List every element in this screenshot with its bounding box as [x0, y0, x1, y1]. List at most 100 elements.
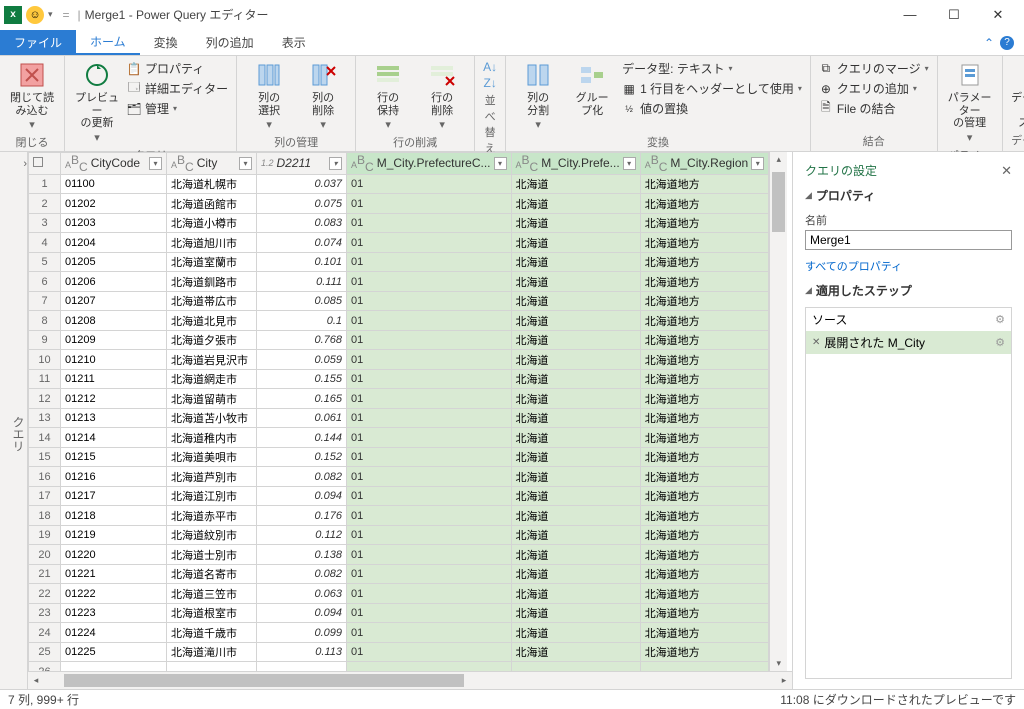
- properties-button[interactable]: 📋プロパティ: [127, 60, 228, 77]
- choose-columns-button[interactable]: 列の 選択▾: [245, 60, 293, 132]
- applied-steps-list: ソース⚙ ✕ 展開された M_City⚙: [805, 307, 1012, 679]
- keep-rows-button[interactable]: 行の 保持▾: [364, 60, 412, 132]
- column-header-region[interactable]: ABCM_City.Region▾: [640, 153, 769, 175]
- expand-queries-icon[interactable]: ›: [23, 158, 27, 170]
- settings-title: クエリの設定: [805, 162, 877, 179]
- remove-rows-button[interactable]: 行の 削除▾: [418, 60, 466, 132]
- table-row[interactable]: 1401214北海道稚内市0.14401北海道北海道地方: [29, 428, 769, 448]
- tab-file[interactable]: ファイル: [0, 30, 76, 55]
- status-left: 7 列, 999+ 行: [8, 691, 79, 708]
- remove-columns-button[interactable]: 列の 削除▾: [299, 60, 347, 132]
- group-sort: 並べ替え: [483, 90, 497, 156]
- table-row[interactable]: 1701217北海道江別市0.09401北海道北海道地方: [29, 486, 769, 506]
- properties-section[interactable]: プロパティ: [816, 187, 875, 204]
- step-source[interactable]: ソース⚙: [806, 308, 1011, 331]
- table-row[interactable]: 801208北海道北見市0.101北海道北海道地方: [29, 311, 769, 331]
- table-row[interactable]: 1001210北海道岩見沢市0.05901北海道北海道地方: [29, 350, 769, 370]
- table-row[interactable]: 1101211北海道網走市0.15501北海道北海道地方: [29, 369, 769, 389]
- minimize-button[interactable]: —: [888, 1, 932, 29]
- table-row[interactable]: 2401224北海道千歳市0.09901北海道北海道地方: [29, 623, 769, 643]
- filter-icon[interactable]: ▾: [751, 157, 764, 170]
- table-row[interactable]: 26: [29, 662, 769, 671]
- filter-icon[interactable]: ▾: [149, 157, 162, 170]
- statusbar: 7 列, 999+ 行 11:08 にダウンロードされたプレビューです: [0, 689, 1024, 709]
- qat-dropdown[interactable]: ▾: [48, 9, 53, 20]
- ribbon-collapse[interactable]: ⌃: [984, 36, 994, 50]
- group-column-manage: 列の管理: [245, 132, 347, 150]
- sort-desc-button[interactable]: Z↓: [483, 76, 497, 90]
- table-row[interactable]: 1601216北海道芦別市0.08201北海道北海道地方: [29, 467, 769, 487]
- advanced-editor-button[interactable]: 🗔詳細エディター: [127, 80, 228, 97]
- replace-values-button[interactable]: ½値の置換: [622, 100, 802, 117]
- combine-files-button[interactable]: 🗎File の結合: [819, 100, 929, 117]
- column-header-citycode[interactable]: ABCCityCode▾: [61, 153, 167, 175]
- table-row[interactable]: 601206北海道釧路市0.11101北海道北海道地方: [29, 272, 769, 292]
- table-row[interactable]: 701207北海道帯広市0.08501北海道北海道地方: [29, 291, 769, 311]
- titlebar: x ☺ ▾ = | Merge1 - Power Query エディター — ☐…: [0, 0, 1024, 30]
- table-row[interactable]: 1801218北海道赤平市0.17601北海道北海道地方: [29, 506, 769, 526]
- vertical-scrollbar[interactable]: ▴ ▾: [769, 152, 787, 671]
- delete-step-icon[interactable]: ✕: [812, 337, 820, 348]
- table-row[interactable]: 2501225北海道滝川市0.11301北海道北海道地方: [29, 642, 769, 662]
- gear-icon[interactable]: ⚙: [995, 313, 1005, 326]
- manage-parameters-button[interactable]: パラメーター の管理▾: [946, 60, 994, 145]
- filter-icon[interactable]: ▾: [329, 157, 342, 170]
- horizontal-scrollbar[interactable]: ◂ ▸: [28, 671, 792, 689]
- table-row[interactable]: 1501215北海道美唄市0.15201北海道北海道地方: [29, 447, 769, 467]
- datasource-settings-button[interactable]: データ ソー ス設定: [1011, 60, 1024, 130]
- gear-icon[interactable]: ⚙: [995, 336, 1005, 349]
- datatype-button[interactable]: データ型: テキスト▾: [622, 60, 802, 77]
- column-header-city[interactable]: ABCCity▾: [167, 153, 257, 175]
- column-header-prefcode[interactable]: ABCM_City.PrefectureC...▾: [347, 153, 512, 175]
- merge-queries-button[interactable]: ⧉クエリのマージ▾: [819, 60, 929, 77]
- all-properties-link[interactable]: すべてのプロパティ: [805, 258, 1012, 274]
- maximize-button[interactable]: ☐: [932, 1, 976, 29]
- ribbon-tabs: ファイル ホーム 変換 列の追加 表示 ⌃ ?: [0, 30, 1024, 56]
- table-row[interactable]: 201202北海道函館市0.07501北海道北海道地方: [29, 194, 769, 214]
- close-settings-button[interactable]: ✕: [1001, 163, 1012, 179]
- table-row[interactable]: 2201222北海道三笠市0.06301北海道北海道地方: [29, 584, 769, 604]
- window-title: Merge1 - Power Query エディター: [85, 6, 269, 23]
- table-row[interactable]: 301203北海道小樽市0.08301北海道北海道地方: [29, 213, 769, 233]
- split-column-button[interactable]: 列の 分割▾: [514, 60, 562, 132]
- close-and-load-button[interactable]: 閉じて読 み込む▾: [8, 60, 56, 132]
- filter-icon[interactable]: ▾: [623, 157, 636, 170]
- groupby-button[interactable]: グルー プ化: [568, 60, 616, 117]
- query-name-input[interactable]: [805, 230, 1012, 250]
- status-right: 11:08 にダウンロードされたプレビューです: [780, 691, 1016, 708]
- tab-transform[interactable]: 変換: [140, 30, 192, 55]
- close-button[interactable]: ✕: [976, 1, 1020, 29]
- group-combine: 結合: [819, 131, 929, 149]
- smiley-icon: ☺: [26, 6, 44, 24]
- tab-view[interactable]: 表示: [268, 30, 320, 55]
- table-row[interactable]: 401204北海道旭川市0.07401北海道北海道地方: [29, 233, 769, 253]
- first-row-header-button[interactable]: ▦1 行目をヘッダーとして使用▾: [622, 80, 802, 97]
- column-header-d2211[interactable]: 1.2D2211▾: [257, 153, 347, 175]
- manage-button[interactable]: 🗂管理▾: [127, 100, 228, 117]
- applied-steps-section[interactable]: 適用したステップ: [816, 282, 912, 299]
- table-row[interactable]: 1301213北海道苫小牧市0.06101北海道北海道地方: [29, 408, 769, 428]
- table-row[interactable]: 2001220北海道士別市0.13801北海道北海道地方: [29, 545, 769, 565]
- filter-icon[interactable]: ▾: [494, 157, 507, 170]
- tab-addcolumn[interactable]: 列の追加: [192, 30, 268, 55]
- table-row[interactable]: 2101221北海道名寄市0.08201北海道北海道地方: [29, 564, 769, 584]
- table-row[interactable]: 101100北海道札幌市0.03701北海道北海道地方: [29, 174, 769, 194]
- tab-home[interactable]: ホーム: [76, 30, 140, 55]
- table-row[interactable]: 501205北海道室蘭市0.10101北海道北海道地方: [29, 252, 769, 272]
- table-select-all[interactable]: [33, 157, 43, 167]
- refresh-preview-button[interactable]: プレビュー の更新▾: [73, 60, 121, 145]
- table-row[interactable]: 901209北海道夕張市0.76801北海道北海道地方: [29, 330, 769, 350]
- column-header-pref[interactable]: ABCM_City.Prefe...▾: [511, 153, 640, 175]
- queries-panel-collapsed[interactable]: › クエリ: [0, 152, 28, 689]
- step-expanded-mcity[interactable]: ✕ 展開された M_City⚙: [806, 331, 1011, 354]
- table-row[interactable]: 2301223北海道根室市0.09401北海道北海道地方: [29, 603, 769, 623]
- filter-icon[interactable]: ▾: [239, 157, 252, 170]
- ribbon: 閉じて読 み込む▾ 閉じる プレビュー の更新▾ 📋プロパティ 🗔詳細エディター…: [0, 56, 1024, 152]
- append-queries-button[interactable]: ⊕クエリの追加▾: [819, 80, 929, 97]
- help-button[interactable]: ?: [1000, 36, 1014, 50]
- table-row[interactable]: 1901219北海道紋別市0.11201北海道北海道地方: [29, 525, 769, 545]
- table-row[interactable]: 1201212北海道留萌市0.16501北海道北海道地方: [29, 389, 769, 409]
- group-close: 閉じる: [8, 132, 56, 150]
- data-grid[interactable]: ABCCityCode▾ ABCCity▾ 1.2D2211▾ ABCM_Cit…: [28, 152, 769, 671]
- sort-asc-button[interactable]: A↓: [483, 60, 497, 74]
